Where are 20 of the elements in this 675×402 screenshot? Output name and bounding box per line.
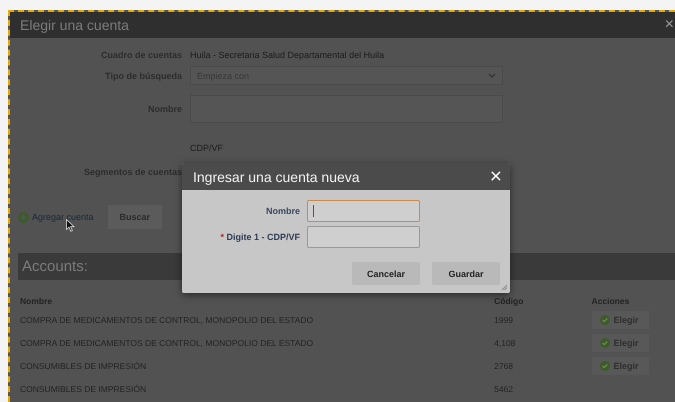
name-input-field[interactable] — [307, 200, 420, 222]
close-button[interactable]: × — [664, 17, 674, 33]
field-label: Nombre — [264, 206, 300, 216]
chevron-icon — [488, 73, 496, 78]
add-account-link[interactable]: Agregar cuenta — [18, 212, 94, 222]
save-button[interactable]: Guardar — [432, 262, 500, 285]
plus-circle-icon — [18, 212, 29, 222]
field-value: Huila - Secretaria Salud Departamental del Huila — [190, 50, 386, 60]
code-input-field[interactable] — [307, 226, 420, 248]
check-circle-icon — [600, 360, 610, 370]
cancel-button[interactable]: Cancelar — [352, 262, 420, 285]
field-label: * Digite 1 - CDP/VF — [219, 232, 300, 242]
check-circle-icon — [600, 314, 610, 324]
check-circle-icon — [600, 338, 610, 348]
resize-grip-icon[interactable] — [501, 284, 508, 291]
mouse-pointer-icon — [66, 219, 75, 232]
segment-heading: CDP/VF — [190, 143, 224, 153]
modal-title: Ingresar una cuenta nueva — [193, 168, 360, 184]
close-button[interactable]: × — [490, 166, 502, 187]
window-title: Elegir una cuenta — [20, 17, 129, 33]
